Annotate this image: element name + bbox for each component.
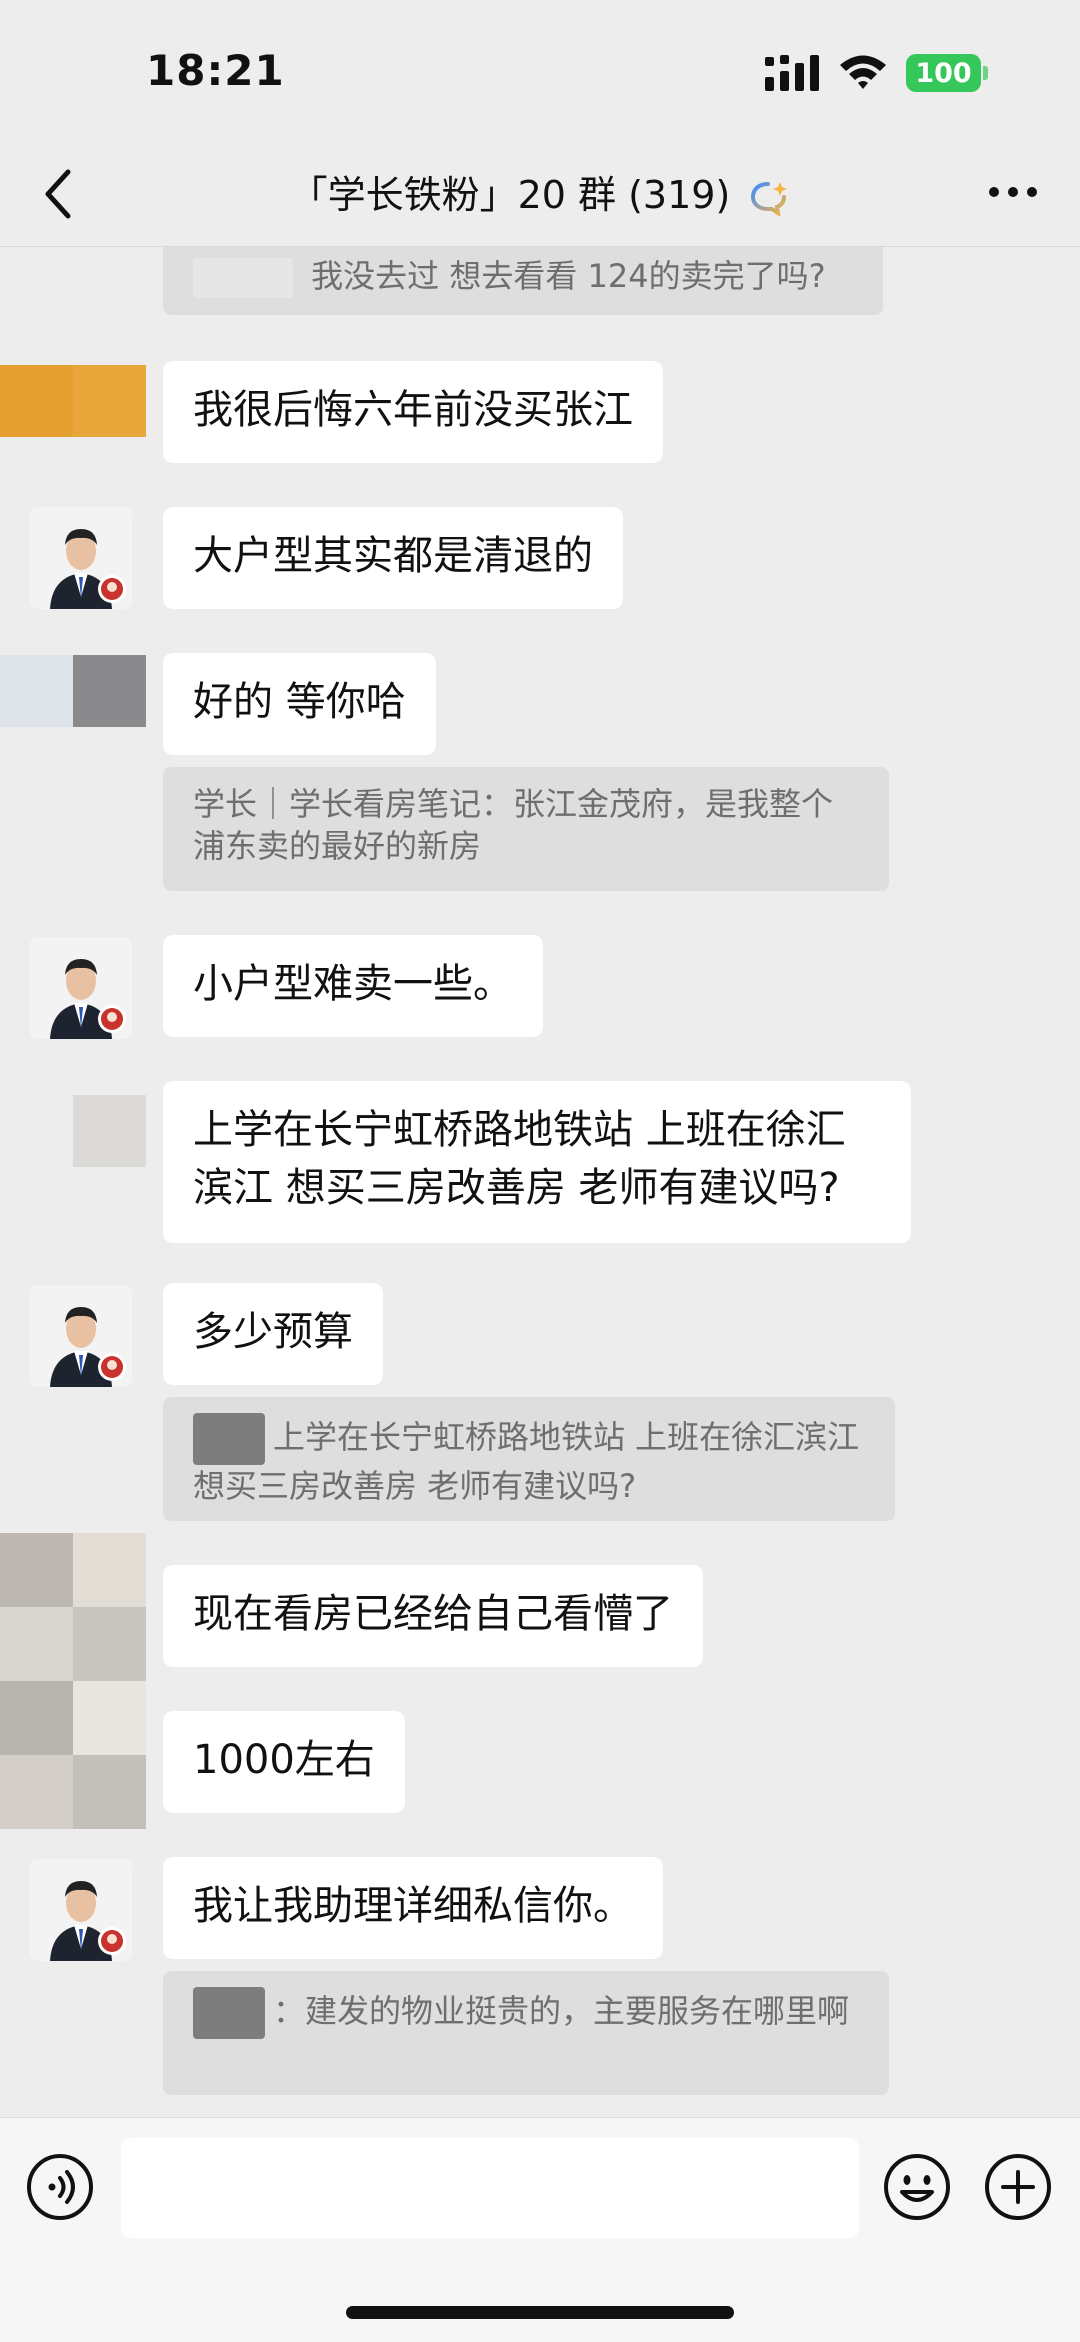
voice-icon[interactable] [25,2152,95,2222]
message-bubble[interactable]: 上学在长宁虹桥路地铁站 上班在徐汇滨江 想买三房改善房 老师有建议吗? [163,1081,911,1243]
message-text: 现在看房已经给自己看懵了 [193,1591,673,1637]
avatar[interactable] [0,365,146,437]
message-bubble[interactable]: 现在看房已经给自己看懵了 [163,1565,703,1667]
home-indicator[interactable] [346,2306,734,2319]
message-text: 小户型难卖一些。 [193,961,513,1007]
avatar[interactable] [30,1859,132,1961]
quoted-message[interactable]: ：建发的物业挺贵的，主要服务在哪里啊 [163,1971,889,2095]
avatar[interactable] [0,1533,146,1829]
quoted-text: 上学在长宁虹桥路地铁站 上班在徐汇滨江 想买三房改善房 老师有建议吗? [193,1418,860,1505]
message-bubble[interactable]: 小户型难卖一些。 [163,935,543,1037]
message-text: 我让我助理详细私信你。 [193,1883,633,1929]
message-text: 上学在长宁虹桥路地铁站 上班在徐汇滨江 想买三房改善房 老师有建议吗? [193,1107,846,1211]
chat-messages[interactable]: 我没去过 想去看看 124的卖完了吗? 我很后悔六年前没买张江 大户型其实都是清… [0,247,1080,2117]
chat-title[interactable]: 「学长铁粉」20 群 (319) [0,164,1080,219]
message-text: 我很后悔六年前没买张江 [193,387,633,433]
chat-bubble-ai-icon[interactable] [750,180,790,216]
message-text: 多少预算 [193,1309,353,1355]
wifi-icon [840,55,886,89]
avatar[interactable] [0,1095,146,1167]
chat-title-text: 「学长铁粉」20 群 (319) [289,173,731,217]
avatar[interactable] [30,1285,132,1387]
avatar[interactable] [30,507,132,609]
quoted-message[interactable]: 上学在长宁虹桥路地铁站 上班在徐汇滨江 想买三房改善房 老师有建议吗? [163,1397,895,1521]
message-bubble[interactable]: 多少预算 [163,1283,383,1385]
quoted-text: 学长｜学长看房笔记：张江金茂府，是我整个浦东卖的最好的新房 [193,785,834,865]
blurred-name [193,258,293,298]
battery-tip [983,66,988,80]
blurred-name [193,1987,265,2039]
avatar[interactable] [0,655,146,727]
battery-icon: 100 [906,54,981,92]
quoted-message[interactable]: 学长｜学长看房笔记：张江金茂府，是我整个浦东卖的最好的新房 [163,767,889,891]
message-text: 好的 等你哈 [193,679,406,725]
message-bubble[interactable]: 1000左右 [163,1711,405,1813]
message-text: 1000左右 [193,1737,375,1783]
message-input[interactable] [121,2138,859,2238]
plus-icon[interactable] [983,2152,1053,2222]
signal-icon [765,55,819,91]
quoted-text: ：建发的物业挺贵的，主要服务在哪里啊 [273,1992,850,2030]
quoted-message[interactable]: 我没去过 想去看看 124的卖完了吗? [163,247,883,315]
blurred-name [193,1413,265,1465]
message-bubble[interactable]: 我让我助理详细私信你。 [163,1857,663,1959]
status-bar: 18:21 100 [0,0,1080,140]
avatar[interactable] [30,937,132,1039]
quoted-text: 我没去过 想去看看 124的卖完了吗? [311,257,826,295]
message-text: 大户型其实都是清退的 [193,533,593,579]
emoji-icon[interactable] [882,2152,952,2222]
more-dots-icon[interactable] [988,182,1038,202]
status-time: 18:21 [146,46,285,95]
message-bubble[interactable]: 我很后悔六年前没买张江 [163,361,663,463]
message-bubble[interactable]: 好的 等你哈 [163,653,436,755]
message-bubble[interactable]: 大户型其实都是清退的 [163,507,623,609]
nav-bar: 「学长铁粉」20 群 (319) [0,140,1080,247]
